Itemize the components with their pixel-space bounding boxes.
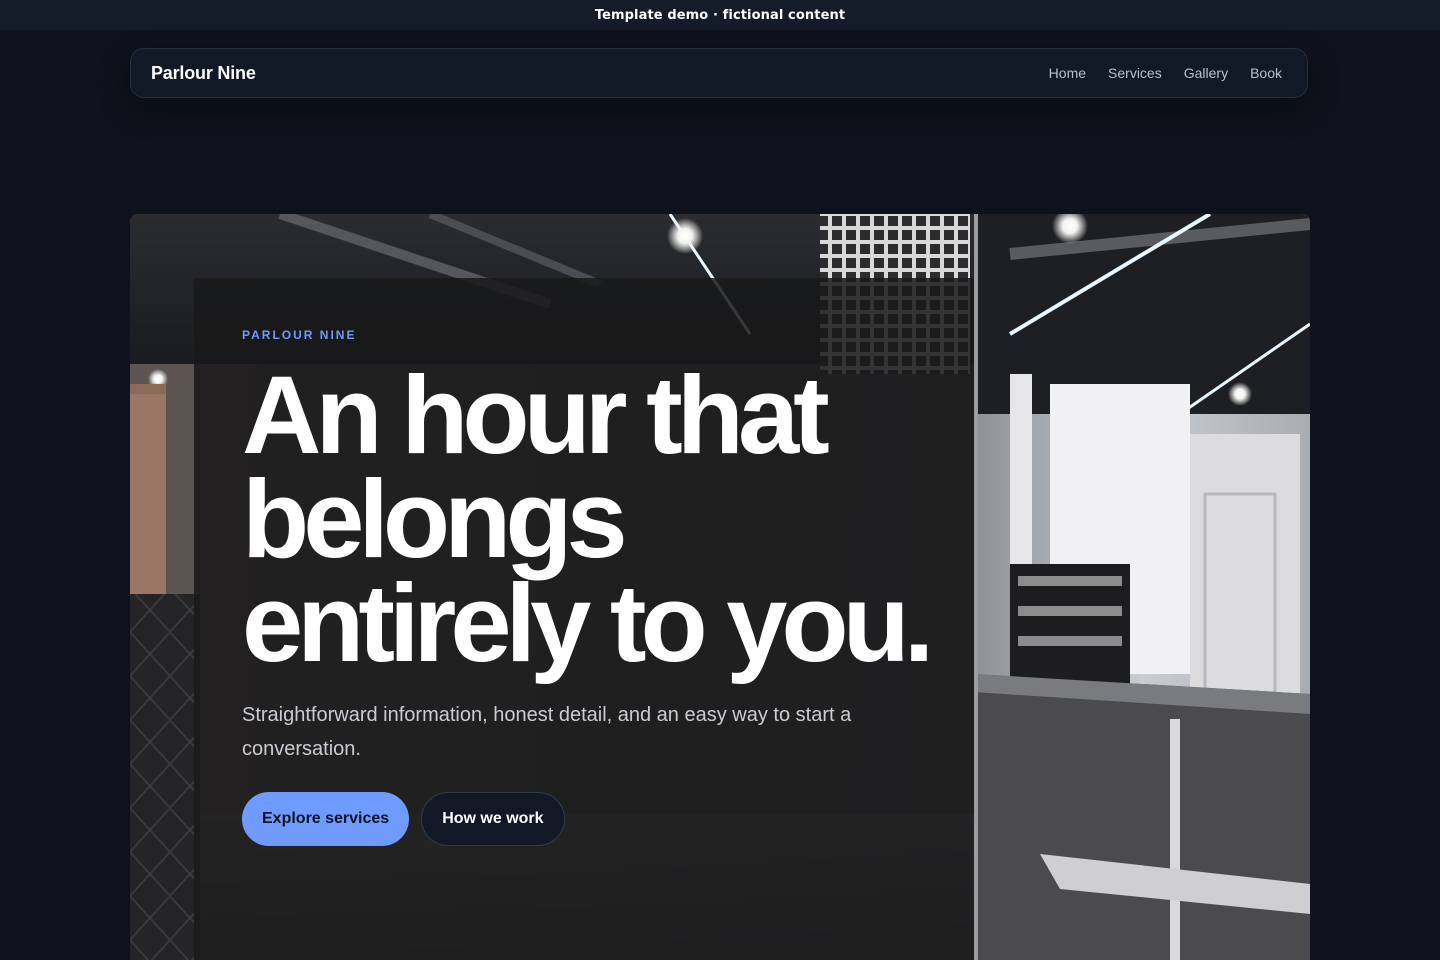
hero-eyebrow: PARLOUR NINE <box>242 328 357 342</box>
hero-subtext: Straightforward information, honest deta… <box>242 704 852 760</box>
hero-headline: An hour that belongs entirely to you. <box>242 354 934 685</box>
how-we-work-button[interactable]: How we work <box>421 792 565 846</box>
nav-link-book[interactable]: Book <box>1239 59 1293 87</box>
brand-logo[interactable]: Parlour Nine <box>151 63 256 84</box>
nav-link-services[interactable]: Services <box>1097 59 1173 87</box>
nav-link-gallery[interactable]: Gallery <box>1173 59 1239 87</box>
top-navigation: Parlour Nine Home Services Gallery Book <box>130 48 1308 98</box>
hero-section: PARLOUR NINE An hour that belongs entire… <box>130 214 1310 960</box>
demo-banner: Template demo · fictional content <box>0 0 1440 30</box>
hero-content-panel: PARLOUR NINE An hour that belongs entire… <box>194 278 974 960</box>
hero-cta-group: Explore services How we work <box>242 792 926 846</box>
demo-banner-text: Template demo · fictional content <box>594 7 846 23</box>
explore-services-button[interactable]: Explore services <box>242 792 410 846</box>
nav-links: Home Services Gallery Book <box>1038 59 1293 87</box>
nav-link-home[interactable]: Home <box>1038 59 1097 87</box>
